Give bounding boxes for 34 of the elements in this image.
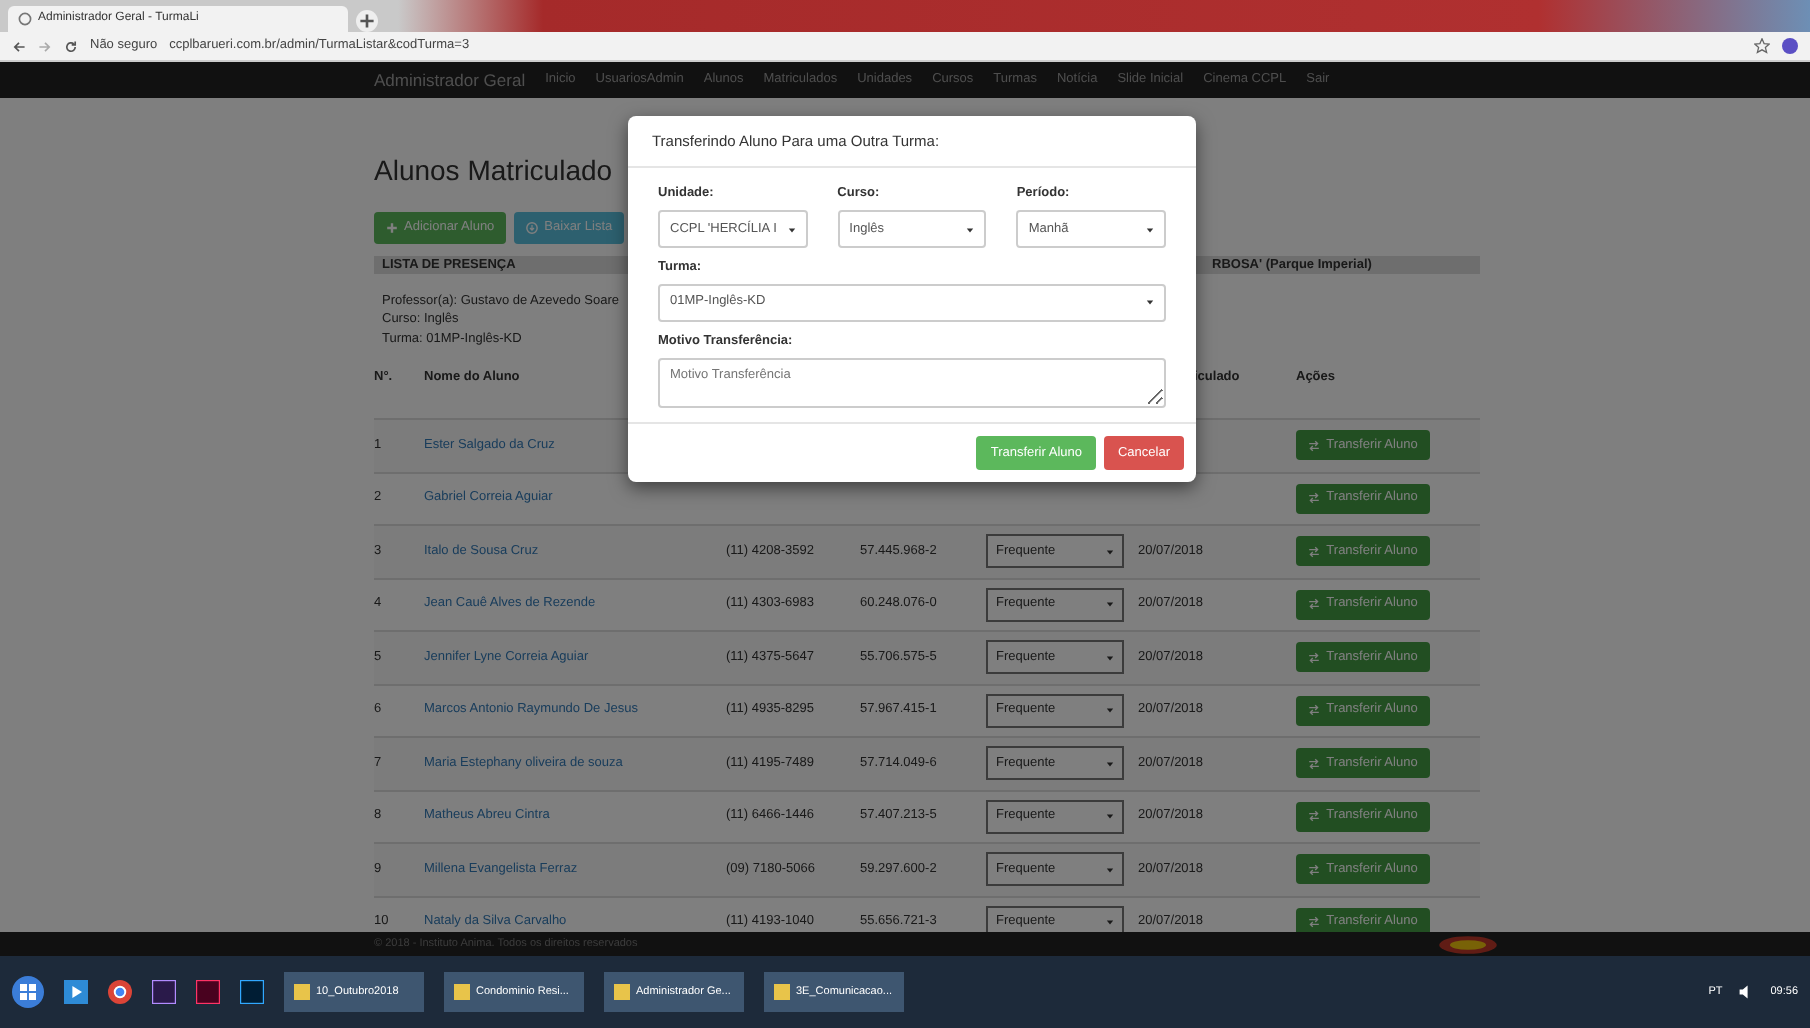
caret-icon bbox=[966, 225, 975, 233]
window-icon bbox=[454, 984, 470, 1000]
exchange-icon bbox=[1308, 704, 1321, 717]
exchange-icon bbox=[1308, 439, 1321, 452]
exchange-icon bbox=[1308, 545, 1321, 558]
video-app-icon[interactable] bbox=[152, 980, 176, 1004]
back-icon[interactable] bbox=[12, 39, 26, 53]
media-player-icon[interactable] bbox=[64, 980, 88, 1004]
window-icon bbox=[774, 984, 790, 1000]
photo-app-icon[interactable] bbox=[240, 980, 264, 1004]
exchange-icon bbox=[1308, 863, 1321, 876]
caret-icon bbox=[1146, 225, 1155, 233]
start-icon[interactable] bbox=[12, 976, 44, 1008]
logo-drawing bbox=[1437, 933, 1498, 955]
plus-icon bbox=[386, 221, 398, 234]
window-icon bbox=[294, 984, 310, 1000]
download-icon bbox=[526, 221, 539, 234]
window-icon bbox=[614, 984, 630, 1000]
exchange-icon bbox=[1308, 492, 1321, 505]
design-app-icon[interactable] bbox=[196, 980, 220, 1004]
star-icon[interactable] bbox=[1754, 38, 1770, 54]
page-heading: Alunos Matriculado bbox=[374, 154, 613, 188]
exchange-icon bbox=[1308, 916, 1321, 929]
browser-icon[interactable] bbox=[108, 980, 132, 1004]
exchange-icon bbox=[1308, 810, 1321, 823]
site-brand[interactable]: Administrador Geral bbox=[374, 67, 526, 93]
new-tab-icon[interactable] bbox=[356, 10, 378, 32]
exchange-icon bbox=[1308, 757, 1321, 770]
exchange-icon bbox=[1308, 651, 1321, 664]
profile-icon[interactable] bbox=[1782, 38, 1798, 54]
reload-icon[interactable] bbox=[64, 39, 78, 53]
caret-icon bbox=[787, 225, 796, 233]
exchange-icon bbox=[1308, 598, 1321, 611]
globe-icon bbox=[18, 12, 32, 26]
